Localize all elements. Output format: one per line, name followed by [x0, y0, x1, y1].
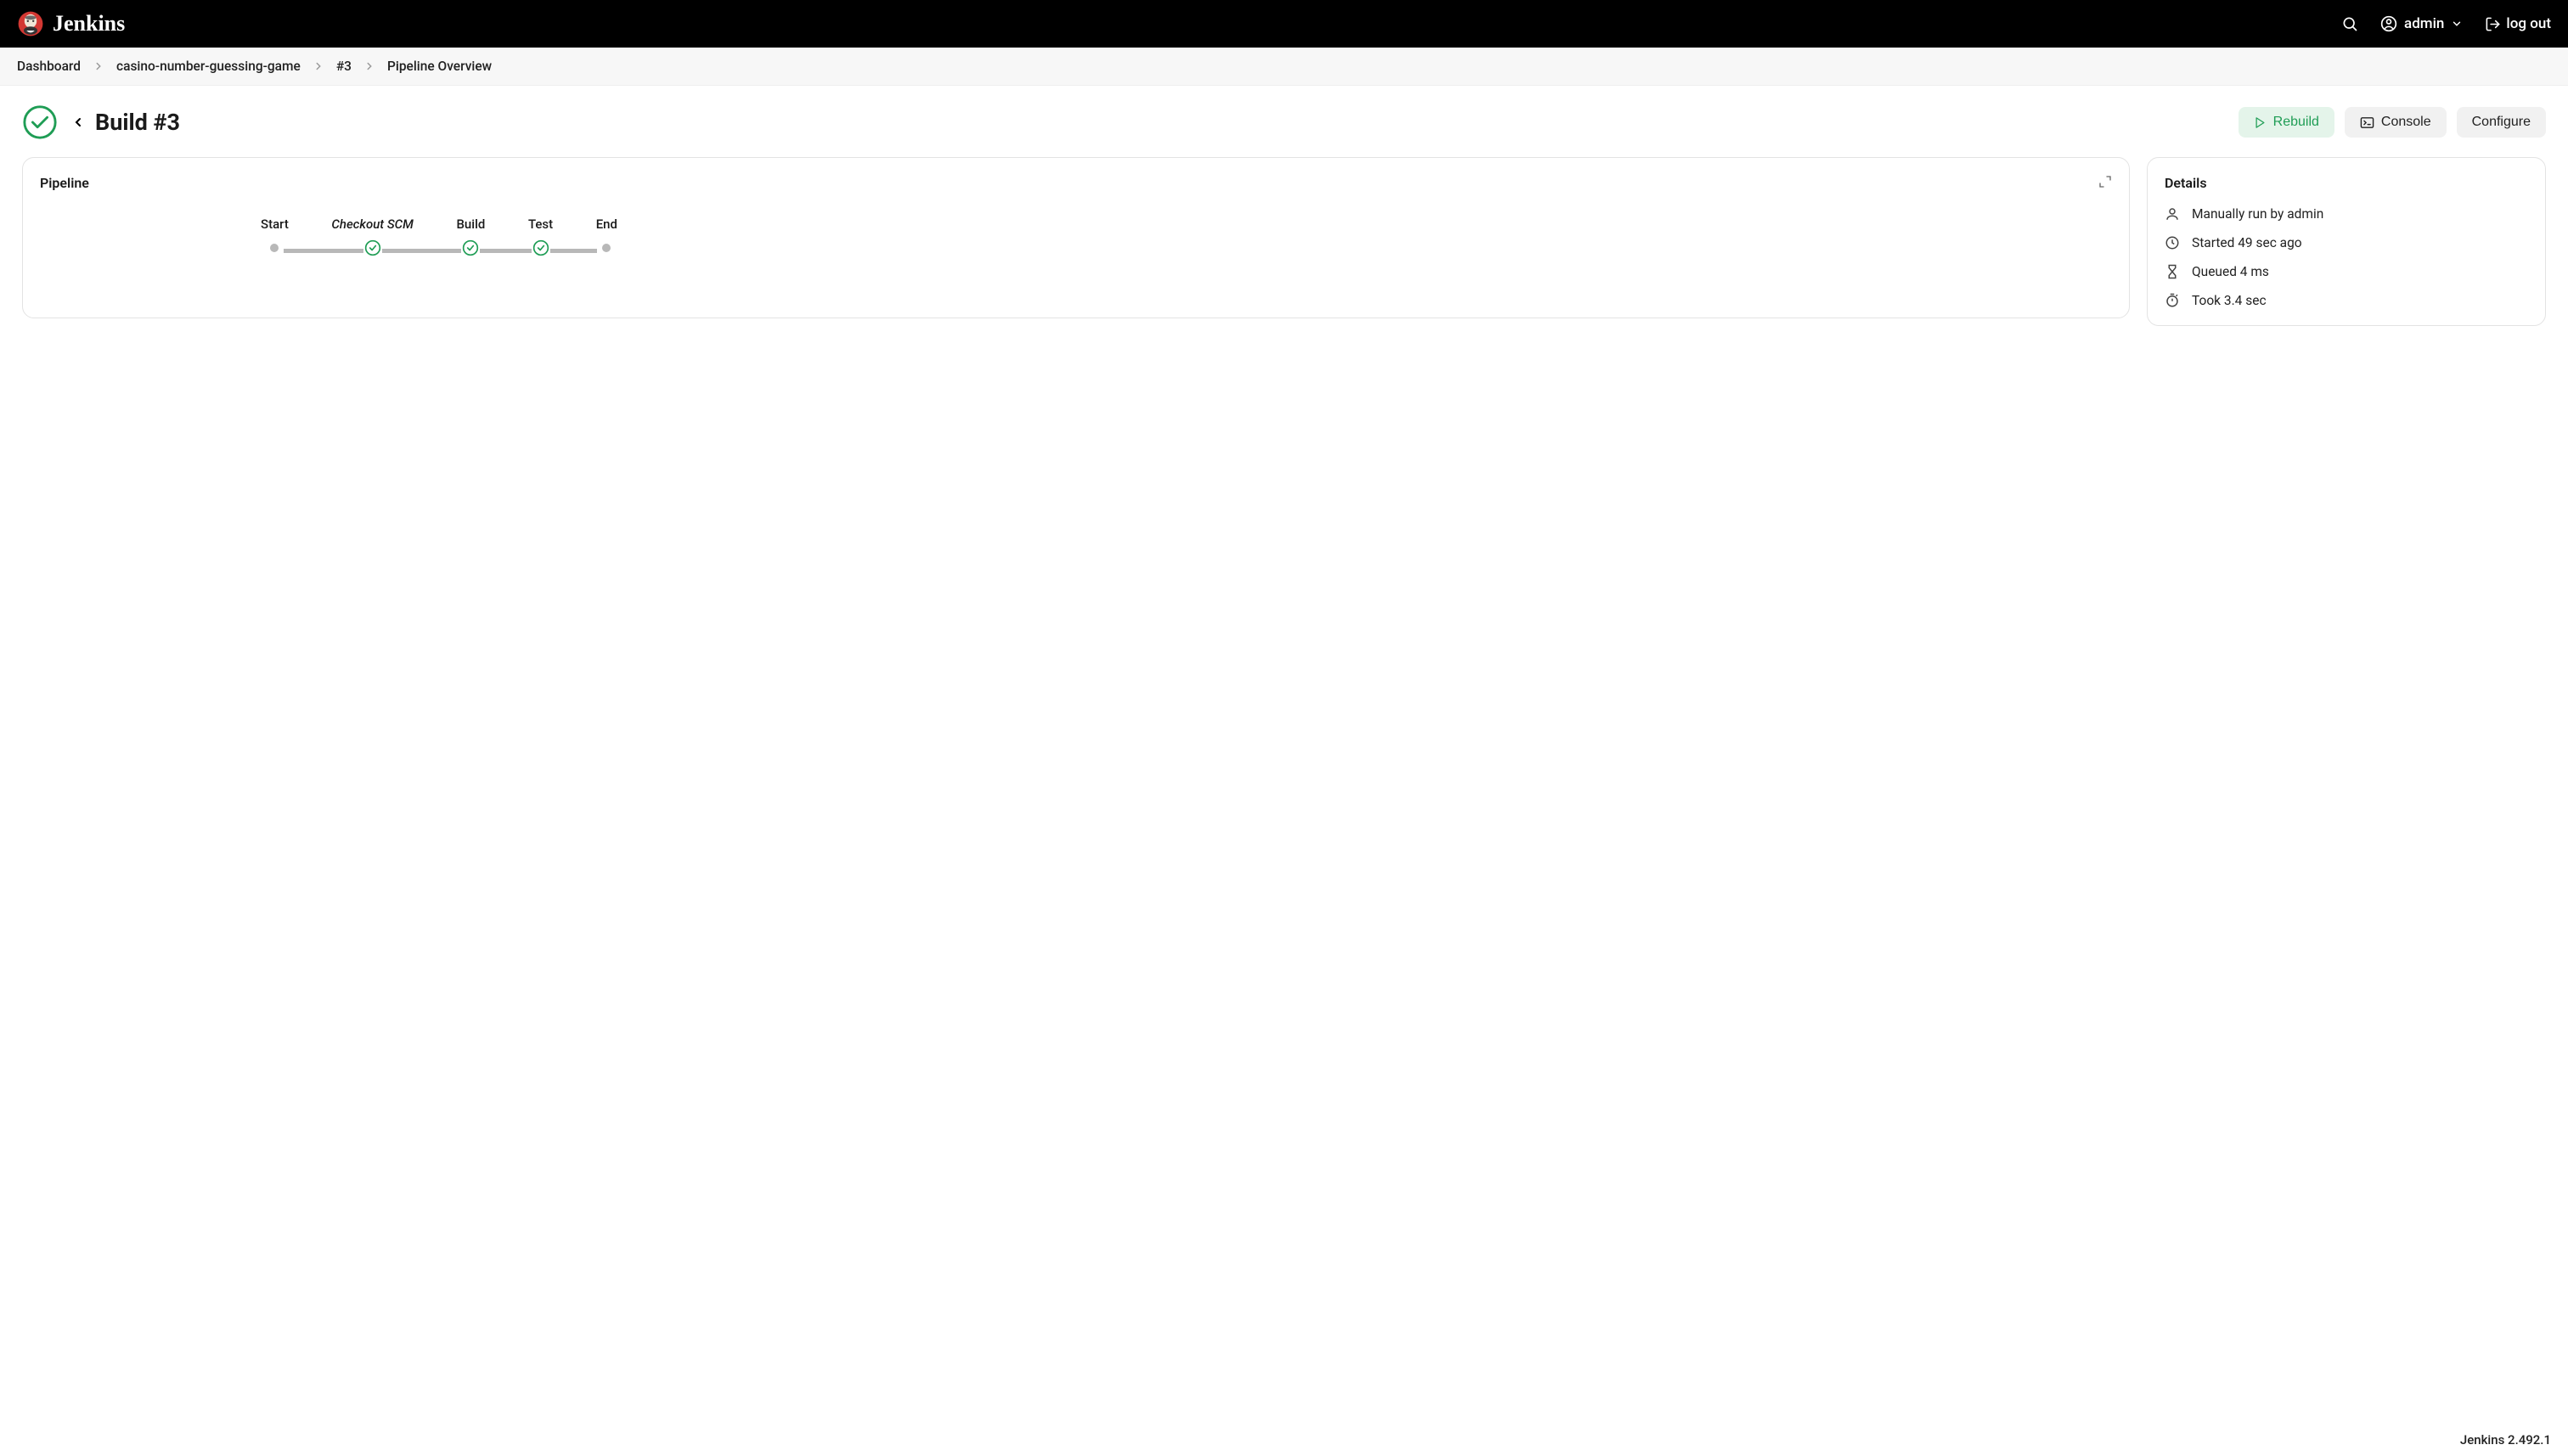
title-actions: Rebuild Console Configure — [2239, 107, 2546, 138]
stage-label: Start — [261, 216, 289, 232]
logo-area[interactable]: Jenkins — [17, 10, 125, 37]
build-status-success-icon — [22, 104, 58, 140]
detail-row: Started 49 sec ago — [2165, 235, 2528, 250]
jenkins-logo-icon — [17, 10, 44, 37]
check-circle-icon — [532, 239, 549, 256]
detail-text: Started 49 sec ago — [2192, 235, 2302, 250]
console-button[interactable]: Console — [2345, 107, 2447, 138]
stage-terminal-node — [265, 239, 284, 257]
detail-row: Took 3.4 sec — [2165, 293, 2528, 308]
page-title: Build #3 — [95, 109, 180, 136]
footer-version: Jenkins 2.492.1 — [2460, 1432, 2551, 1448]
breadcrumb-build[interactable]: #3 — [336, 59, 352, 74]
pipeline-stages: Start Checkout SCM Build Test End — [261, 216, 617, 257]
pipeline-stage: End — [596, 216, 617, 257]
clock-icon — [2165, 235, 2180, 250]
detail-row: Queued 4 ms — [2165, 264, 2528, 279]
stage-success-node — [363, 239, 382, 257]
logout-icon — [2485, 16, 2501, 32]
details-list: Manually run by admin Started 49 sec ago Q… — [2165, 206, 2528, 308]
search-icon[interactable] — [2341, 15, 2358, 32]
details-card: Details Manually run by admin Started 49 … — [2147, 157, 2546, 326]
pipeline-stage: Start — [261, 216, 289, 257]
pipeline-card-title: Pipeline — [40, 175, 2112, 191]
stage-dot-icon — [270, 244, 279, 252]
chevron-right-icon — [363, 60, 375, 72]
stage-label: Build — [456, 216, 485, 232]
chevron-down-icon — [2451, 18, 2463, 30]
title-row: Build #3 Rebuild Console Configure — [0, 86, 2568, 155]
header-right: admin log out — [2341, 15, 2551, 32]
title-left: Build #3 — [22, 104, 180, 140]
hourglass-icon — [2165, 264, 2180, 279]
rebuild-button[interactable]: Rebuild — [2239, 107, 2334, 138]
detail-text: Queued 4 ms — [2192, 264, 2269, 279]
configure-label: Configure — [2472, 115, 2531, 130]
check-circle-icon — [364, 239, 381, 256]
pipeline-card: Pipeline Start Checkout SCM Build Test End — [22, 157, 2130, 318]
terminal-icon — [2360, 115, 2374, 130]
user-menu[interactable]: admin — [2380, 15, 2463, 32]
content: Pipeline Start Checkout SCM Build Test End D… — [0, 155, 2568, 348]
chevron-right-icon — [313, 60, 324, 72]
stage-label: End — [596, 216, 617, 232]
stopwatch-icon — [2165, 293, 2180, 308]
user-circle-icon — [2380, 15, 2397, 32]
expand-icon[interactable] — [2098, 175, 2112, 188]
breadcrumb-dashboard[interactable]: Dashboard — [17, 59, 81, 74]
breadcrumb-overview[interactable]: Pipeline Overview — [387, 59, 492, 74]
console-label: Console — [2381, 115, 2431, 130]
logout-label: log out — [2506, 15, 2551, 32]
user-icon — [2165, 206, 2180, 222]
detail-row: Manually run by admin — [2165, 206, 2528, 222]
pipeline-stage[interactable]: Build — [456, 216, 485, 257]
details-card-title: Details — [2165, 175, 2528, 191]
username: admin — [2404, 15, 2444, 32]
pipeline-stage[interactable]: Checkout SCM — [331, 216, 414, 257]
breadcrumb-project[interactable]: casino-number-guessing-game — [116, 59, 301, 74]
breadcrumb: Dashboard casino-number-guessing-game #3… — [17, 59, 2551, 74]
top-header: Jenkins admin log out — [0, 0, 2568, 48]
detail-text: Manually run by admin — [2192, 206, 2323, 222]
back-chevron-icon[interactable] — [71, 113, 85, 132]
detail-text: Took 3.4 sec — [2192, 293, 2267, 308]
chevron-right-icon — [93, 60, 104, 72]
pipeline-graph: Start Checkout SCM Build Test End — [261, 216, 617, 257]
stage-success-node — [532, 239, 550, 257]
configure-button[interactable]: Configure — [2457, 107, 2546, 138]
pipeline-stage[interactable]: Test — [528, 216, 553, 257]
stage-label: Checkout SCM — [331, 216, 414, 232]
stage-dot-icon — [602, 244, 611, 252]
app-name: Jenkins — [53, 11, 125, 37]
stage-terminal-node — [597, 239, 616, 257]
play-icon — [2254, 116, 2267, 129]
stage-success-node — [461, 239, 480, 257]
breadcrumb-bar: Dashboard casino-number-guessing-game #3… — [0, 48, 2568, 86]
logout-link[interactable]: log out — [2485, 15, 2551, 32]
stage-label: Test — [528, 216, 553, 232]
check-circle-icon — [462, 239, 479, 256]
rebuild-label: Rebuild — [2273, 115, 2319, 130]
